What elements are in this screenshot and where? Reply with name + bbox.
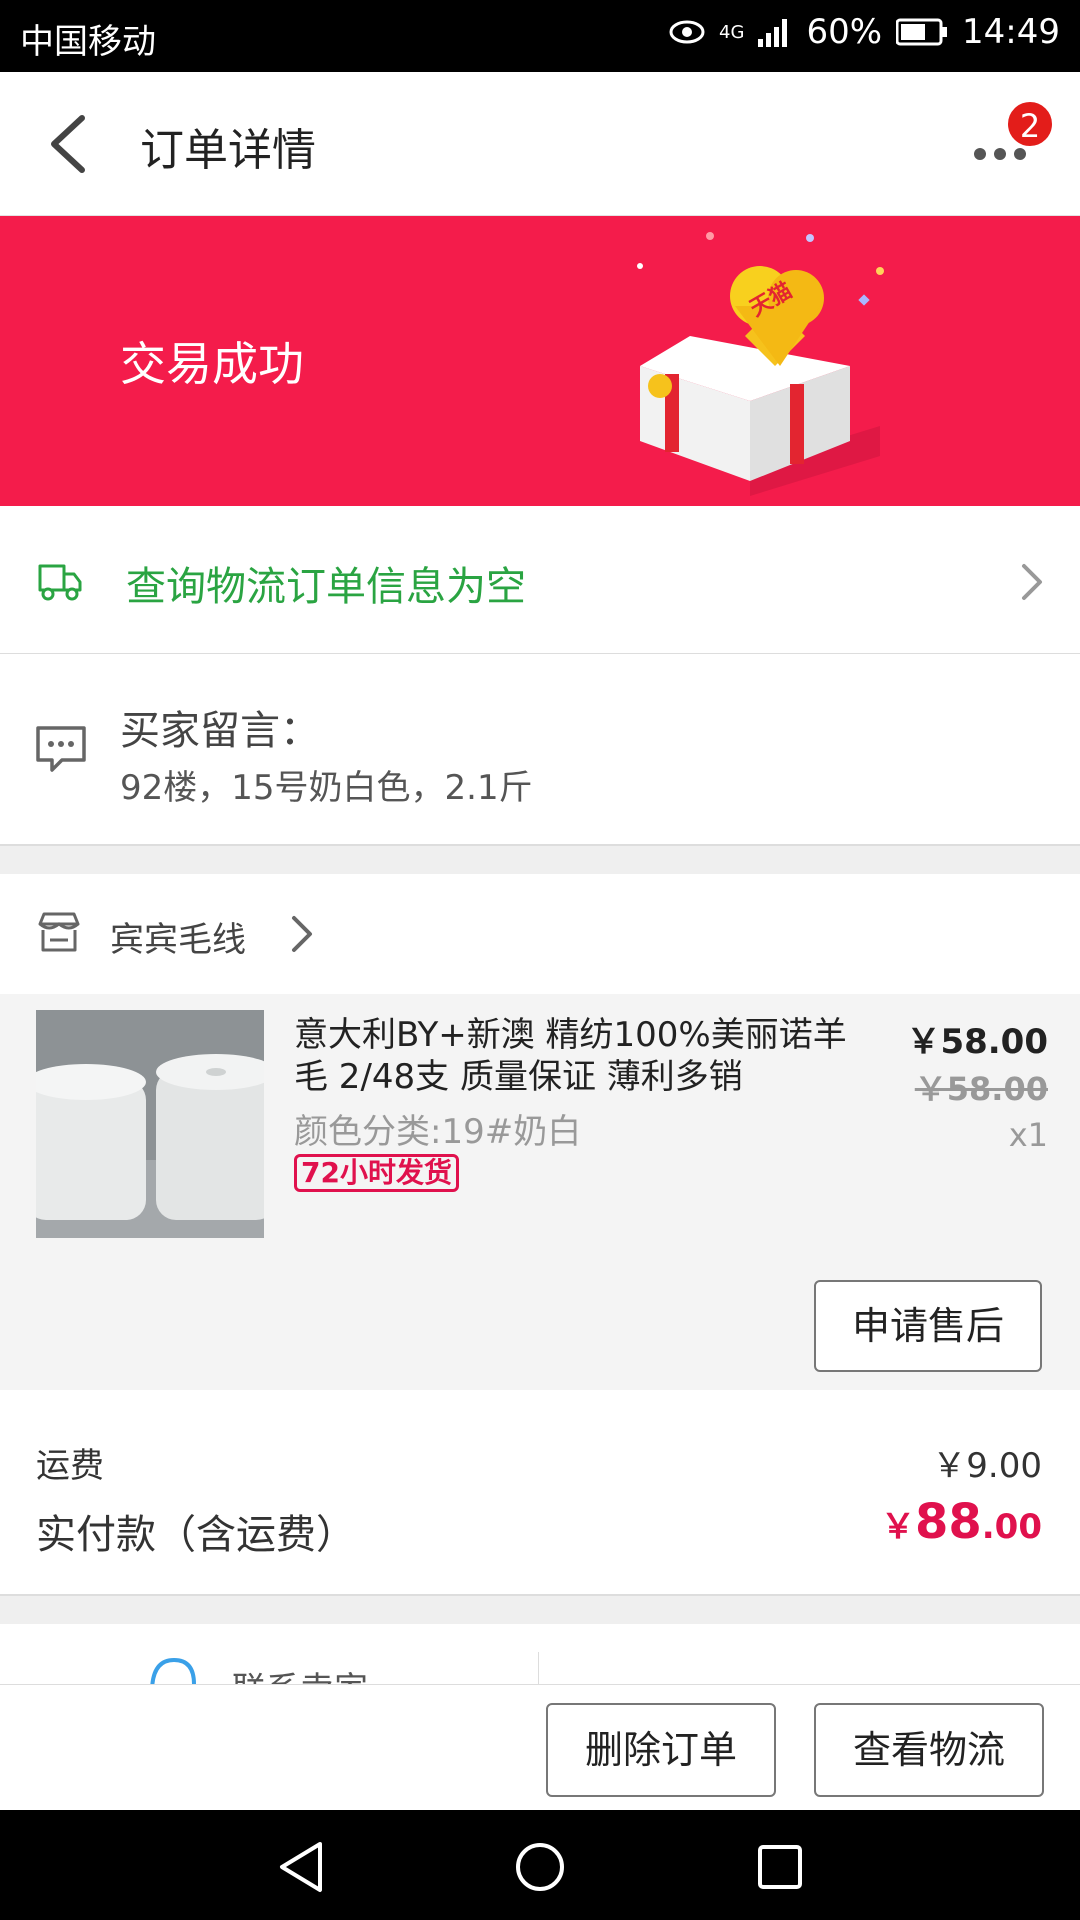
customer-service-icon [150,1657,196,1684]
product-thumbnail [36,1010,264,1238]
eye-icon [669,20,705,44]
app-header: 订单详情 2 [0,72,1080,216]
nav-home-icon[interactable] [514,1840,566,1894]
paid-decimal: .00 [981,1507,1042,1547]
bottom-action-bar: 删除订单 查看物流 [0,1684,1080,1810]
paid-amount-value: ￥88.00 [881,1494,1042,1550]
nav-recents-icon[interactable] [756,1840,804,1894]
product-title: 意大利BY+新澳 精纺100%美丽诺羊毛 2/48支 质量保证 薄利多销 [294,1015,847,1097]
status-bar: 中国移动 4G 60% 14:49 [0,0,1080,72]
product-variant: 颜色分类:19#奶白 [294,1112,582,1152]
buyer-message-section: 买家留言： 92楼，15号奶白色，2.1斤 [0,654,1080,844]
contact-seller-row[interactable]: 联系卖家 [0,1624,1080,1684]
shipping-tag: 72小时发货 [294,1154,459,1192]
product-original-price: ￥58.00 [914,1070,1048,1108]
buyer-message-label: 买家留言： [120,708,320,754]
order-status-banner: 交易成功 天猫 [0,216,1080,506]
view-logistics-button[interactable]: 查看物流 [814,1703,1044,1797]
logistics-row[interactable]: 查询物流订单信息为空 [0,506,1080,654]
gift-box-illustration: 天猫 [637,232,884,496]
section-divider [0,1594,1080,1624]
battery-icon [896,18,948,46]
vertical-divider [538,1652,539,1684]
paid-integer: 88 [914,1494,982,1550]
chevron-right-icon [292,916,312,952]
logistics-text: 查询物流订单信息为空 [126,564,526,610]
battery-percent: 60% [806,12,883,52]
paid-currency: ￥ [880,1507,915,1547]
after-sale-button[interactable]: 申请售后 [814,1280,1042,1372]
page-title: 订单详情 [140,125,316,176]
product-quantity: x1 [1008,1116,1048,1154]
shipping-fee-label: 运费 [36,1446,104,1486]
signal-icon [758,19,788,47]
chevron-right-icon [1022,564,1042,600]
truck-icon [38,564,82,601]
clock: 14:49 [962,12,1060,52]
paid-amount-label: 实付款（含运费） [36,1512,356,1558]
payment-summary: 运费 ￥9.00 实付款（含运费） ￥88.00 [0,1390,1080,1594]
shipping-fee-value: ￥9.00 [932,1446,1042,1486]
carrier-name: 中国移动 [20,22,156,62]
network-type: 4G [719,21,745,43]
order-status-text: 交易成功 [120,337,304,391]
buyer-message-content: 92楼，15号奶白色，2.1斤 [120,768,533,808]
system-nav-bar [0,1810,1080,1920]
nav-back-icon[interactable] [276,1840,326,1894]
product-item[interactable]: 意大利BY+新澳 精纺100%美丽诺羊毛 2/48支 质量保证 薄利多销 颜色分… [0,994,1080,1390]
notification-badge: 2 [1006,100,1054,148]
back-arrow-icon[interactable] [40,112,100,176]
message-icon [36,726,86,772]
contact-seller-label: 联系卖家 [232,1662,368,1684]
store-icon [38,912,80,952]
product-price: ￥58.00 [906,1022,1048,1062]
shop-row[interactable]: 宾宾毛线 [0,874,1080,994]
shop-name: 宾宾毛线 [110,920,246,960]
section-divider [0,844,1080,874]
delete-order-button[interactable]: 删除订单 [546,1703,776,1797]
